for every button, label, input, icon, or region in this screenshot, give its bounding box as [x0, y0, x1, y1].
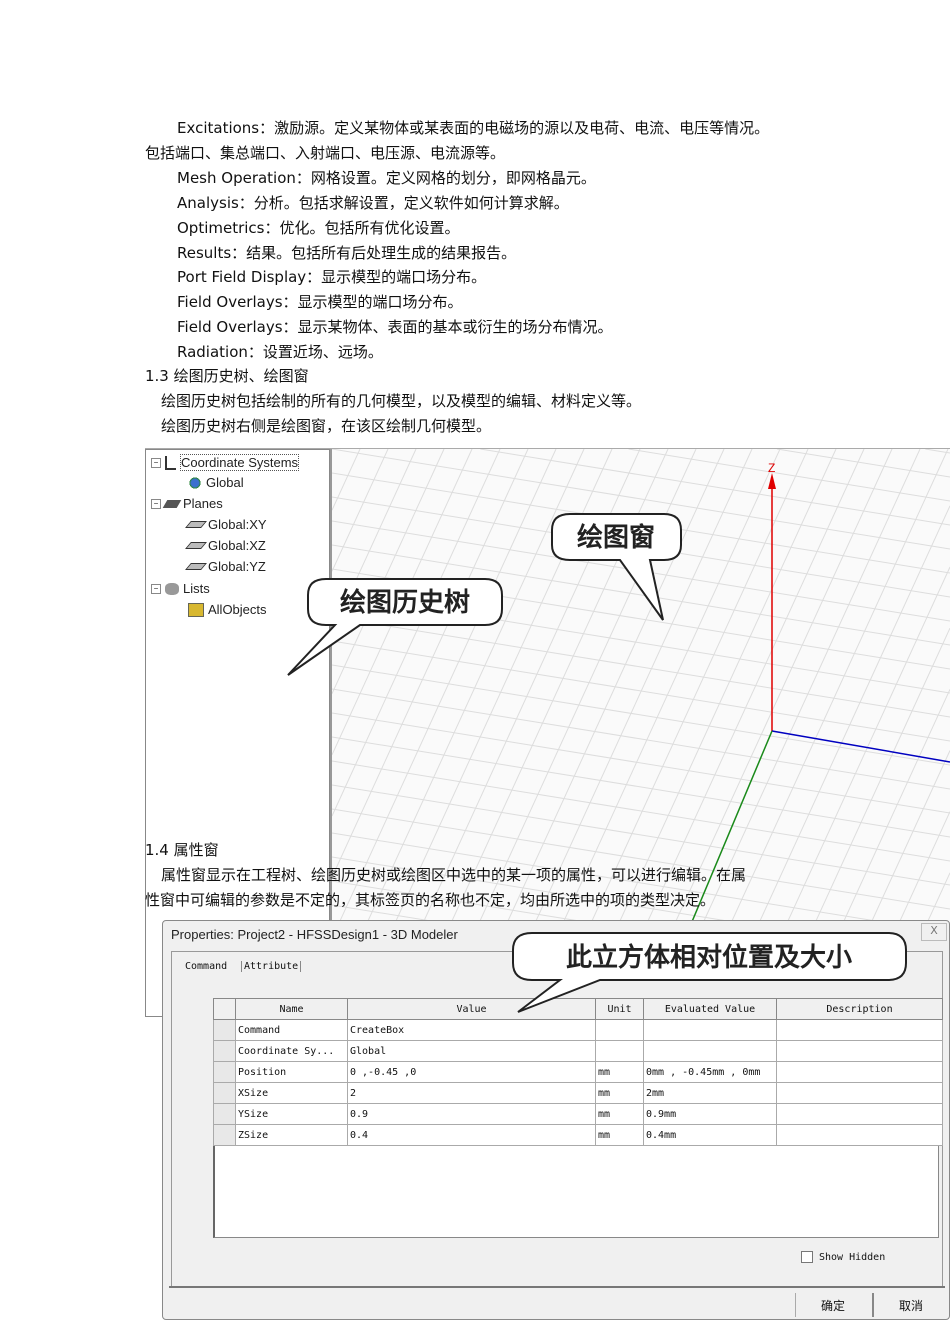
close-button[interactable]: X: [921, 923, 947, 941]
table-cell[interactable]: [776, 1082, 943, 1104]
table-cell[interactable]: 0 ,-0.45 ,0: [347, 1061, 596, 1083]
document-page: Excitations：激励源。定义某物体或某表面的电磁场的源以及电荷、电流、电…: [0, 0, 950, 1344]
table-cell[interactable]: [643, 1040, 777, 1062]
col-value: Value: [347, 998, 596, 1020]
table-cell[interactable]: mm: [595, 1082, 644, 1104]
table-cell[interactable]: [595, 1040, 644, 1062]
row-header[interactable]: [213, 1124, 236, 1146]
col-unit: Unit: [595, 998, 644, 1020]
para-14-1: 属性窗显示在工程树、绘图历史树或绘图区中选中的某一项的属性，可以进行编辑。在属: [161, 866, 747, 884]
row-header[interactable]: [213, 1103, 236, 1125]
ok-button[interactable]: 确定: [795, 1293, 870, 1317]
row-header[interactable]: [213, 1019, 236, 1041]
table-cell[interactable]: [776, 1061, 943, 1083]
col-description: Description: [776, 998, 943, 1020]
section-heading-1-4: 1.4 属性窗: [145, 841, 219, 859]
table-header: Name Value Unit Evaluated Value Descript…: [213, 998, 943, 1020]
callout-view-text: 绘图窗: [577, 522, 655, 553]
cancel-button[interactable]: 取消: [872, 1293, 948, 1317]
table-cell[interactable]: YSize: [235, 1103, 348, 1125]
table-cell[interactable]: 0.9: [347, 1103, 596, 1125]
table-cell[interactable]: 2: [347, 1082, 596, 1104]
table-cell[interactable]: [776, 1103, 943, 1125]
col-evaluated: Evaluated Value: [643, 998, 777, 1020]
table-cell[interactable]: ZSize: [235, 1124, 348, 1146]
table-cell[interactable]: [776, 1124, 943, 1146]
table-row[interactable]: YSize 0.9 mm 0.9mm: [213, 1103, 943, 1125]
table-cell[interactable]: 0.4: [347, 1124, 596, 1146]
callout-tree-text: 绘图历史树: [340, 587, 470, 618]
para-14-2: 性窗中可编辑的参数是不定的，其标签页的名称也不定，均由所选中的项的类型决定。: [145, 891, 716, 909]
callout-history-tree: 绘图历史树: [287, 578, 503, 676]
row-header[interactable]: [213, 1061, 236, 1083]
table-row[interactable]: Command CreateBox: [213, 1019, 943, 1041]
table-cell[interactable]: [643, 1019, 777, 1041]
table-row[interactable]: XSize 2 mm 2mm: [213, 1082, 943, 1104]
table-cell[interactable]: mm: [595, 1061, 644, 1083]
table-cell[interactable]: 0mm , -0.45mm , 0mm: [643, 1061, 777, 1083]
table-cell[interactable]: 0.9mm: [643, 1103, 777, 1125]
table-cell[interactable]: CreateBox: [347, 1019, 596, 1041]
table-row[interactable]: ZSize 0.4 mm 0.4mm: [213, 1124, 943, 1146]
table-cell[interactable]: [595, 1019, 644, 1041]
properties-table: Name Value Unit Evaluated Value Descript…: [213, 998, 943, 1146]
show-hidden-checkbox[interactable]: Show Hidden: [801, 1251, 885, 1263]
dialog-title: Properties: Project2 - HFSSDesign1 - 3D …: [171, 927, 458, 942]
table-cell[interactable]: Coordinate Sy...: [235, 1040, 348, 1062]
checkbox-icon: [801, 1251, 813, 1263]
table-cell[interactable]: 2mm: [643, 1082, 777, 1104]
table-row[interactable]: Position 0 ,-0.45 ,0 mm 0mm , -0.45mm , 0mm: [213, 1061, 943, 1083]
row-header[interactable]: [213, 1040, 236, 1062]
table-cell[interactable]: Position: [235, 1061, 348, 1083]
tab-attribute[interactable]: Attribute: [241, 961, 302, 972]
tab-command[interactable]: Command: [185, 961, 227, 972]
table-cell[interactable]: Command: [235, 1019, 348, 1041]
table-cell[interactable]: Global: [347, 1040, 596, 1062]
callout-drawing-window: 绘图窗: [551, 513, 682, 621]
table-cell[interactable]: mm: [595, 1103, 644, 1125]
table-cell[interactable]: mm: [595, 1124, 644, 1146]
table-cell[interactable]: XSize: [235, 1082, 348, 1104]
table-cell[interactable]: 0.4mm: [643, 1124, 777, 1146]
table-row[interactable]: Coordinate Sy... Global: [213, 1040, 943, 1062]
col-name: Name: [235, 998, 348, 1020]
properties-dialog: Properties: Project2 - HFSSDesign1 - 3D …: [162, 920, 950, 1320]
table-cell[interactable]: [776, 1040, 943, 1062]
row-header[interactable]: [213, 1082, 236, 1104]
table-cell[interactable]: [776, 1019, 943, 1041]
